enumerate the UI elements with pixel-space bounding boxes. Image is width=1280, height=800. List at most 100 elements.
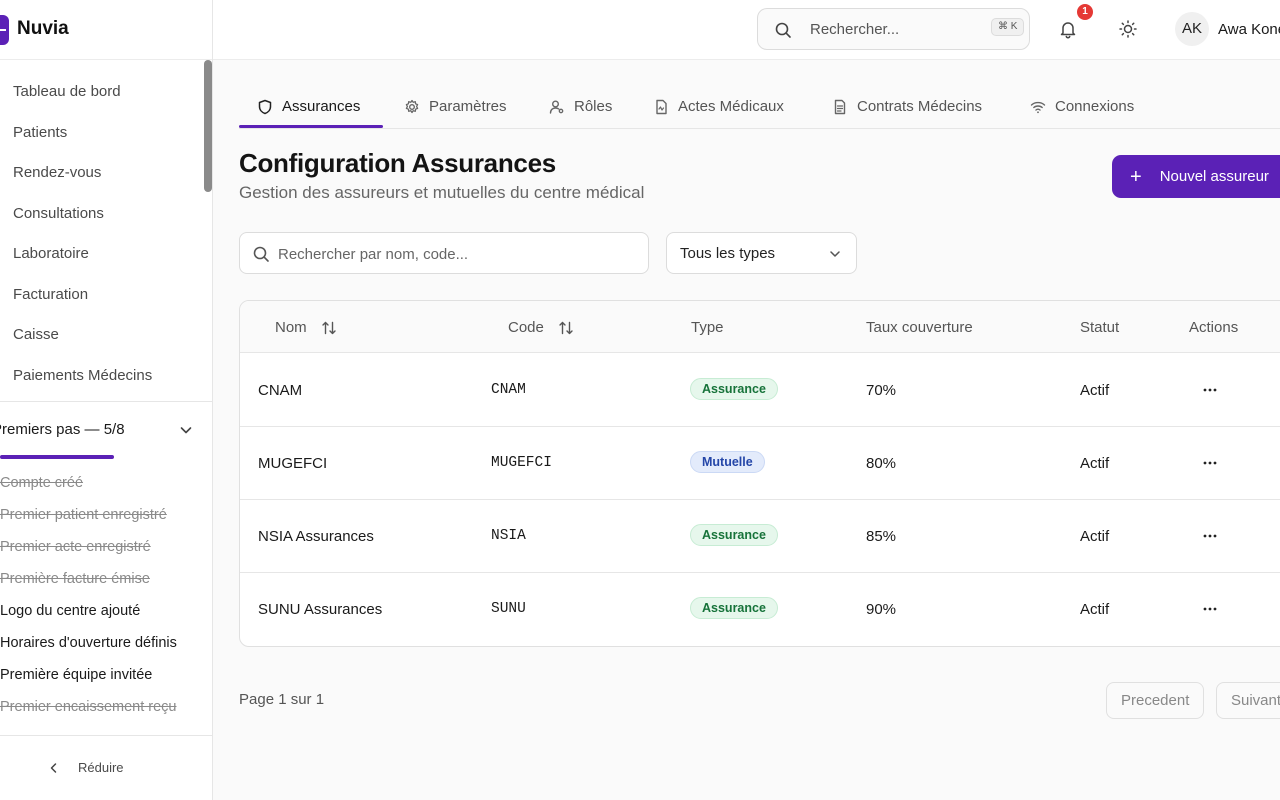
user-name[interactable]: Awa Koné	[1218, 21, 1280, 38]
document-icon	[834, 99, 846, 115]
insurers-table: Nom Code Type Taux couverture Statut Act…	[239, 300, 1280, 647]
sort-icon	[321, 321, 336, 334]
table-row[interactable]: MUGEFCI MUGEFCI Mutuelle 80% Actif	[240, 427, 1280, 500]
gear-icon	[405, 99, 419, 114]
sun-icon[interactable]	[1118, 19, 1138, 39]
cell-name: SUNU Assurances	[258, 601, 383, 618]
wifi-icon	[1030, 101, 1046, 114]
sort-by-name-header[interactable]: Nom	[275, 319, 337, 336]
global-search-input[interactable]: Rechercher... ⌘ K	[757, 8, 1030, 50]
column-header-coverage: Taux couverture	[866, 319, 973, 336]
brand-name: Nuvia	[17, 18, 69, 39]
more-actions-icon[interactable]	[1201, 454, 1219, 472]
onboarding-step[interactable]: Horaires d'ouverture définis	[0, 635, 177, 651]
pagination-info: Page 1 sur 1	[239, 691, 325, 708]
cell-name: CNAM	[258, 382, 303, 399]
tab-label: Rôles	[574, 98, 613, 115]
onboarding-progress-bar	[0, 455, 114, 459]
onboarding-step[interactable]: Première équipe invitée	[0, 667, 152, 683]
collapse-sidebar-button[interactable]: Réduire	[48, 760, 124, 775]
global-search-placeholder: Rechercher...	[810, 21, 900, 38]
table-header: Nom Code Type Taux couverture Statut Act…	[240, 301, 1280, 353]
table-row[interactable]: SUNU Assurances SUNU Assurance 90% Actif	[240, 573, 1280, 646]
onboarding-step[interactable]: Premier encaissement reçu	[0, 699, 177, 715]
search-icon	[253, 246, 269, 262]
sidebar-item-appointments[interactable]: Rendez-vous	[13, 164, 101, 181]
cell-code: NSIA	[491, 528, 526, 544]
tab-label: Paramètres	[429, 98, 507, 115]
user-role-icon	[549, 100, 564, 114]
tab-label: Connexions	[1055, 98, 1135, 115]
cell-status: Actif	[1080, 382, 1110, 399]
tab-label: Actes Médicaux	[678, 98, 784, 115]
sidebar: Nuvia Tableau de bord Patients Rendez-vo…	[0, 0, 213, 800]
tab-roles[interactable]: Rôles	[549, 86, 612, 128]
sort-icon	[559, 321, 573, 334]
type-badge: Mutuelle	[690, 451, 765, 473]
table-row[interactable]: CNAM CNAM Assurance 70% Actif	[240, 354, 1280, 427]
table-row[interactable]: NSIA Assurances NSIA Assurance 85% Actif	[240, 500, 1280, 573]
sidebar-scrollbar[interactable]	[204, 60, 212, 192]
medical-file-icon	[656, 99, 667, 115]
next-page-button[interactable]: Suivant	[1216, 682, 1280, 719]
settings-tabs: Assurances Paramètres Rôles Actes Médica…	[239, 86, 1280, 129]
onboarding-step[interactable]: Premier patient enregistré	[0, 507, 167, 523]
brand-logo-icon	[0, 15, 9, 45]
sidebar-item-laboratory[interactable]: Laboratoire	[13, 245, 89, 262]
active-tab-indicator	[239, 125, 383, 128]
tab-contrats-medecins[interactable]: Contrats Médecins	[832, 86, 982, 128]
brand[interactable]: Nuvia	[0, 0, 212, 60]
notification-badge: 1	[1077, 4, 1093, 20]
shield-icon	[258, 99, 272, 115]
onboarding-step[interactable]: Logo du centre ajouté	[0, 603, 140, 619]
bell-icon[interactable]	[1058, 19, 1078, 39]
sidebar-divider	[0, 401, 212, 402]
type-badge: Assurance	[690, 597, 778, 619]
chevron-left-icon	[50, 762, 57, 773]
column-header: Code	[508, 319, 544, 336]
chevron-down-icon	[830, 251, 840, 257]
type-filter-select[interactable]: Tous les types	[666, 232, 857, 274]
cell-status: Actif	[1080, 601, 1110, 618]
more-actions-icon[interactable]	[1201, 600, 1219, 618]
sidebar-divider	[0, 735, 212, 736]
avatar[interactable]: AK	[1175, 12, 1209, 46]
type-badge: Assurance	[690, 378, 778, 400]
sort-by-code-header[interactable]: Code	[508, 319, 574, 336]
cell-code: MUGEFCI	[491, 455, 552, 471]
new-insurer-label: Nouvel assureur	[1159, 168, 1269, 185]
tab-assurances[interactable]: Assurances	[257, 86, 360, 128]
cell-coverage: 85%	[866, 528, 897, 545]
type-filter-value: Tous les types	[680, 245, 776, 262]
column-header-status: Statut	[1080, 319, 1120, 336]
cell-code: CNAM	[491, 382, 526, 398]
sidebar-item-dashboard[interactable]: Tableau de bord	[13, 83, 121, 100]
plus-icon: +	[1130, 165, 1142, 188]
cell-name: NSIA Assurances	[258, 528, 374, 545]
tab-parametres[interactable]: Paramètres	[404, 86, 507, 128]
onboarding-step[interactable]: Premier acte enregistré	[0, 539, 151, 555]
chevron-down-icon[interactable]	[178, 422, 194, 438]
insurer-search-input[interactable]	[278, 243, 638, 265]
sidebar-item-doctor-payments[interactable]: Paiements Médecins	[13, 367, 152, 384]
sidebar-item-billing[interactable]: Facturation	[13, 286, 88, 303]
sidebar-item-consultations[interactable]: Consultations	[13, 205, 104, 222]
cell-coverage: 70%	[866, 382, 897, 399]
onboarding-title[interactable]: Premiers pas — 5/8	[0, 421, 125, 438]
cell-name: MUGEFCI	[258, 455, 328, 472]
page-title: Configuration Assurances	[239, 148, 556, 178]
sidebar-item-cashier[interactable]: Caisse	[13, 326, 59, 343]
insurer-search	[239, 232, 649, 274]
previous-page-button[interactable]: Precedent	[1106, 682, 1205, 719]
new-insurer-button[interactable]: + Nouvel assureur	[1112, 155, 1280, 198]
more-actions-icon[interactable]	[1201, 527, 1219, 545]
column-header-type: Type	[691, 319, 724, 336]
sidebar-item-patients[interactable]: Patients	[13, 124, 67, 141]
tab-connexions[interactable]: Connexions	[1030, 86, 1134, 128]
more-actions-icon[interactable]	[1201, 381, 1219, 399]
cell-coverage: 90%	[866, 601, 897, 618]
onboarding-step[interactable]: Première facture émise	[0, 571, 150, 587]
tab-actes-medicaux[interactable]: Actes Médicaux	[653, 86, 784, 128]
column-header-actions: Actions	[1189, 319, 1239, 336]
onboarding-step[interactable]: Compte créé	[0, 475, 83, 491]
